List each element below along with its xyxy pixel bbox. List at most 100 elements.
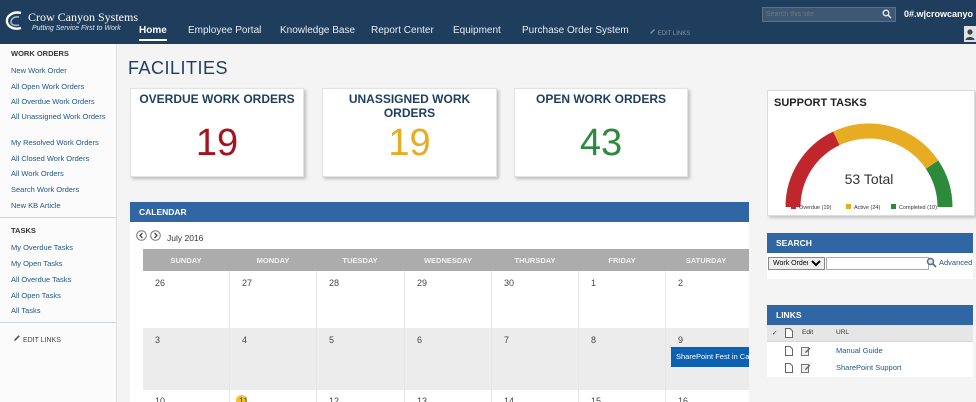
site-search-input[interactable] xyxy=(766,9,876,20)
avatar[interactable] xyxy=(964,26,976,42)
brand-tagline: Putting Service First to Work xyxy=(32,25,121,32)
calendar-day-cell[interactable]: 10 xyxy=(143,390,230,402)
sidebar-item-all-overdue-tasks[interactable]: All Overdue Tasks xyxy=(11,275,111,285)
sidebar-item-new-kb-article[interactable]: New KB Article xyxy=(11,201,111,211)
search-panel-input[interactable] xyxy=(826,257,929,270)
kpi-card-overdue-work-orders[interactable]: OVERDUE WORK ORDERS 19 xyxy=(130,88,304,177)
sidebar-item-my-open-tasks[interactable]: My Open Tasks xyxy=(11,259,111,269)
nav-report-center[interactable]: Report Center xyxy=(371,25,434,36)
gauge-segment-2[interactable] xyxy=(925,160,953,208)
day-number: 29 xyxy=(417,278,428,288)
sidebar-item-all-open-work-orders[interactable]: All Open Work Orders xyxy=(11,82,111,92)
pencil-icon xyxy=(650,29,655,34)
sidebar-item-all-closed-work-orders[interactable]: All Closed Work Orders xyxy=(11,154,111,164)
support-tasks-gauge: 53 Total Overdue (19) Active (24) Complete… xyxy=(785,123,953,211)
sidebar-heading-work-orders[interactable]: WORK ORDERS xyxy=(11,49,69,58)
calendar-day-cell[interactable]: 2 xyxy=(666,271,749,328)
weekday-label: THURSDAY xyxy=(514,256,556,265)
sidebar-item-all-open-tasks[interactable]: All Open Tasks xyxy=(11,291,111,301)
day-number: 30 xyxy=(504,278,515,288)
sidebar-item-all-unassigned-work-orders[interactable]: All Unassigned Work Orders xyxy=(11,112,111,122)
document-icon xyxy=(785,363,793,373)
nav-equipment[interactable]: Equipment xyxy=(453,25,501,36)
kpi-value: 43 xyxy=(579,122,623,164)
calendar-day-cell[interactable]: 29 xyxy=(405,271,492,328)
day-number: 1 xyxy=(591,278,597,288)
day-number: 13 xyxy=(417,396,428,402)
day-number: 16 xyxy=(678,396,689,402)
nav-edit-links[interactable]: EDIT LINKS xyxy=(649,28,690,37)
table-row[interactable]: Manual Guide xyxy=(767,342,973,360)
day-number: 8 xyxy=(591,335,597,345)
calendar-title: CALENDAR xyxy=(139,207,187,217)
column-header-edit[interactable]: Edit xyxy=(802,329,813,336)
calendar-day-cell[interactable]: 8 xyxy=(579,328,666,390)
sidebar-item-new-work-order[interactable]: New Work Order xyxy=(11,66,111,76)
sidebar-heading-tasks[interactable]: TASKS xyxy=(11,226,36,235)
table-row[interactable]: SharePoint Support xyxy=(767,359,973,377)
day-number: 27 xyxy=(242,278,253,288)
kpi-card-open-work-orders[interactable]: OPEN WORK ORDERS 43 xyxy=(514,88,688,177)
links-panel-header: LINKS xyxy=(767,305,973,325)
weekday-label: SUNDAY xyxy=(170,256,202,265)
sidebar-item-my-overdue-tasks[interactable]: My Overdue Tasks xyxy=(11,243,111,253)
calendar-day-cell[interactable]: 16 xyxy=(666,390,749,402)
next-month-icon[interactable] xyxy=(150,230,161,241)
calendar-day-cell[interactable]: 12 xyxy=(317,390,405,402)
kpi-value: 19 xyxy=(195,122,239,164)
gauge-total-label: 53 Total xyxy=(845,171,894,187)
user-name[interactable]: 0#.w|crowcanyo xyxy=(904,9,973,19)
sidebar-item-all-work-orders[interactable]: All Work Orders xyxy=(11,169,111,179)
calendar-day-cell[interactable]: 28 xyxy=(317,271,405,328)
link-sharepoint-support[interactable]: SharePoint Support xyxy=(836,363,901,372)
gauge-segment-0[interactable] xyxy=(785,131,840,208)
brand-logo[interactable]: Crow Canyon Systems Putting Service Firs… xyxy=(4,8,138,38)
calendar-day-cell[interactable]: 4 xyxy=(230,328,317,390)
calendar-day-cell[interactable]: 1 xyxy=(579,271,666,328)
previous-month-icon[interactable] xyxy=(136,230,147,241)
search-scope-select[interactable]: Work Orders xyxy=(768,257,825,270)
brand-title: Crow Canyon Systems xyxy=(28,10,139,24)
sidebar-item-search-work-orders[interactable]: Search Work Orders xyxy=(11,185,111,195)
weekday-label: MONDAY xyxy=(256,256,290,265)
column-header-url[interactable]: URL xyxy=(836,329,849,336)
calendar-event[interactable]: SharePoint Fest in Ca xyxy=(671,347,749,367)
search-icon[interactable] xyxy=(926,257,937,268)
link-manual-guide[interactable]: Manual Guide xyxy=(836,346,883,355)
sidebar-item-all-overdue-work-orders[interactable]: All Overdue Work Orders xyxy=(11,97,111,107)
left-navigation: WORK ORDERS New Work Order All Open Work… xyxy=(0,44,117,402)
day-number: 10 xyxy=(155,396,166,402)
calendar-day-cell[interactable]: 5 xyxy=(317,328,405,390)
search-icon[interactable] xyxy=(882,9,892,19)
nav-purchase-order-system[interactable]: Purchase Order System xyxy=(522,25,629,36)
kpi-title: UNASSIGNED WORK ORDERS xyxy=(348,92,471,120)
calendar-day-cell[interactable]: 11 xyxy=(230,390,317,402)
legend-swatch-2 xyxy=(891,204,896,209)
edit-item-icon[interactable] xyxy=(801,363,811,373)
sidebar-item-all-tasks[interactable]: All Tasks xyxy=(11,306,111,316)
calendar-day-cell[interactable]: 30 xyxy=(492,271,579,328)
calendar-day-cell[interactable]: 13 xyxy=(405,390,492,402)
select-all-checkbox[interactable]: ✓ xyxy=(772,329,777,337)
day-number: 3 xyxy=(155,335,161,345)
sidebar-divider xyxy=(0,322,116,323)
nav-employee-portal[interactable]: Employee Portal xyxy=(188,25,261,36)
calendar-day-cell[interactable]: 15 xyxy=(579,390,666,402)
sidebar-edit-links[interactable]: EDIT LINKS xyxy=(13,334,61,344)
gauge-segment-1[interactable] xyxy=(833,123,939,169)
advanced-search-link[interactable]: Advanced xyxy=(939,258,972,267)
calendar-day-cell[interactable]: 26 xyxy=(143,271,230,328)
calendar-day-cell[interactable]: 3 xyxy=(143,328,230,390)
calendar-day-cell[interactable]: 7 xyxy=(492,328,579,390)
nav-home[interactable]: Home xyxy=(139,25,167,41)
calendar-day-cell[interactable]: 6 xyxy=(405,328,492,390)
day-number: 5 xyxy=(329,335,335,345)
nav-knowledge-base[interactable]: Knowledge Base xyxy=(280,25,355,36)
edit-item-icon[interactable] xyxy=(801,346,811,356)
sidebar-item-my-resolved-work-orders[interactable]: My Resolved Work Orders xyxy=(11,138,111,148)
calendar-day-cell[interactable]: 27 xyxy=(230,271,317,328)
kpi-card-unassigned-work-orders[interactable]: UNASSIGNED WORK ORDERS 19 xyxy=(322,88,497,177)
calendar-day-cell[interactable]: 14 xyxy=(492,390,579,402)
page-title: FACILITIES xyxy=(128,58,229,78)
search-panel-header: SEARCH xyxy=(767,233,973,253)
